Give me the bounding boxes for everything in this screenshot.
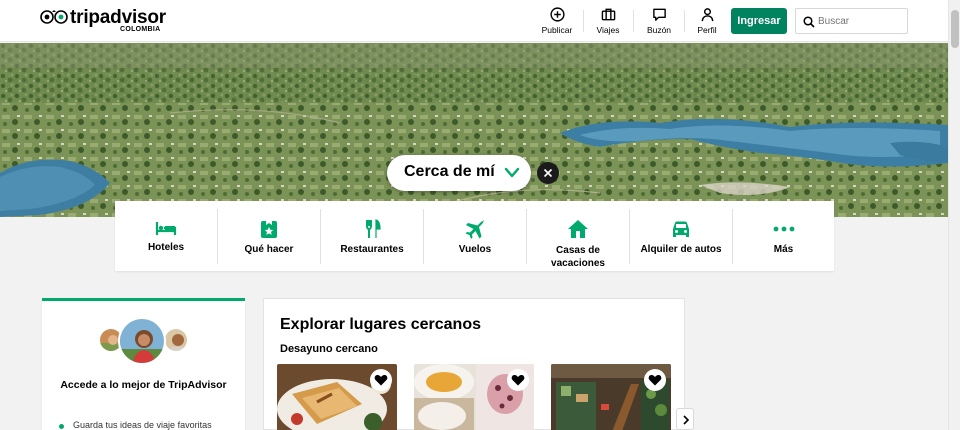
plane-icon [465,219,485,239]
search-input[interactable] [818,13,903,29]
location-label: Cerca de mí [404,163,495,180]
category-label: Restaurantes [340,244,404,255]
car-icon [673,221,689,237]
category-casas-de-vacaciones[interactable]: Casas de vacaciones [527,201,629,271]
person-icon [701,8,713,22]
close-icon [543,168,553,178]
plus-circle-icon [549,7,565,22]
place-card-image[interactable] [414,364,534,430]
category-label: Hoteles [147,242,185,253]
signin-promo-card: Accede a lo mejor de TripAdvisor Guarda … [42,298,245,430]
promo-title: Accede a lo mejor de TripAdvisor [60,379,227,391]
nav-buzon[interactable]: Buzón [641,6,677,36]
owl-logo-icon [40,10,68,24]
nav-label: Viajes [596,25,620,35]
house-icon [568,220,588,238]
section-subtitle: Desayuno cercano [280,343,378,355]
bed-icon [155,222,177,235]
scrollbar-thumb[interactable] [951,10,959,48]
fork-knife-icon [366,219,381,238]
category-restaurantes[interactable]: Restaurantes [321,201,423,271]
nav-label: Publicar [541,25,573,35]
heart-icon [374,374,388,386]
category-label: Alquiler de autos [640,244,722,255]
bullet-icon [59,424,64,429]
chevron-down-icon [504,167,520,178]
category-label: Más [773,244,794,255]
logo-country: COLOMBIA [120,26,161,33]
category-label: Casas de vacaciones [551,245,605,269]
nav-divider [684,10,685,32]
location-selector[interactable]: Cerca de mí [387,155,531,191]
avatar [163,327,189,353]
traveler-avatars [98,317,193,365]
nav-divider [583,10,584,32]
nav-perfil[interactable]: Perfil [692,6,722,36]
top-header: tripadvisor COLOMBIA Publicar Viajes Buz… [0,0,948,42]
promo-benefit: Guarda tus ideas de viaje favoritas [73,420,212,430]
nav-publicar[interactable]: Publicar [538,6,576,36]
category-hoteles[interactable]: Hoteles [115,201,217,271]
message-icon [652,8,666,21]
category-bar: Hoteles Qué hacer Restaurantes Vuelos Ca… [115,201,834,271]
category-mas[interactable]: Más [733,201,834,271]
heart-icon [511,374,525,386]
category-label: Vuelos [458,244,492,255]
save-button[interactable] [644,369,666,391]
category-alquiler-de-autos[interactable]: Alquiler de autos [630,201,732,271]
tripadvisor-logo[interactable]: tripadvisor COLOMBIA [40,7,170,36]
nav-label: Perfil [697,25,717,35]
page-scrollbar[interactable] [948,0,960,430]
attraction-icon [261,221,277,238]
place-card-image[interactable] [551,364,671,430]
nav-divider [633,10,634,32]
more-dots-icon [773,226,794,232]
chevron-right-icon [683,415,690,425]
clear-location-button[interactable] [537,162,559,184]
search-icon [803,16,815,28]
explore-nearby-card: Explorar lugares cercanos Desayuno cerca… [263,298,685,430]
hero-banner: Cerca de mí [0,43,948,217]
carousel-next-button[interactable] [676,408,694,430]
place-card-image[interactable] [277,364,397,430]
category-que-hacer[interactable]: Qué hacer [218,201,320,271]
heart-icon [648,374,662,386]
save-button[interactable] [507,369,529,391]
section-title: Explorar lugares cercanos [280,316,481,333]
search-box[interactable] [795,8,908,34]
avatar [118,317,166,365]
category-label: Qué hacer [244,244,294,255]
category-vuelos[interactable]: Vuelos [424,201,526,271]
suitcase-icon [601,8,615,21]
nav-viajes[interactable]: Viajes [590,6,626,36]
nav-label: Buzón [646,25,672,35]
save-button[interactable] [370,369,392,391]
login-button[interactable]: Ingresar [731,8,787,34]
